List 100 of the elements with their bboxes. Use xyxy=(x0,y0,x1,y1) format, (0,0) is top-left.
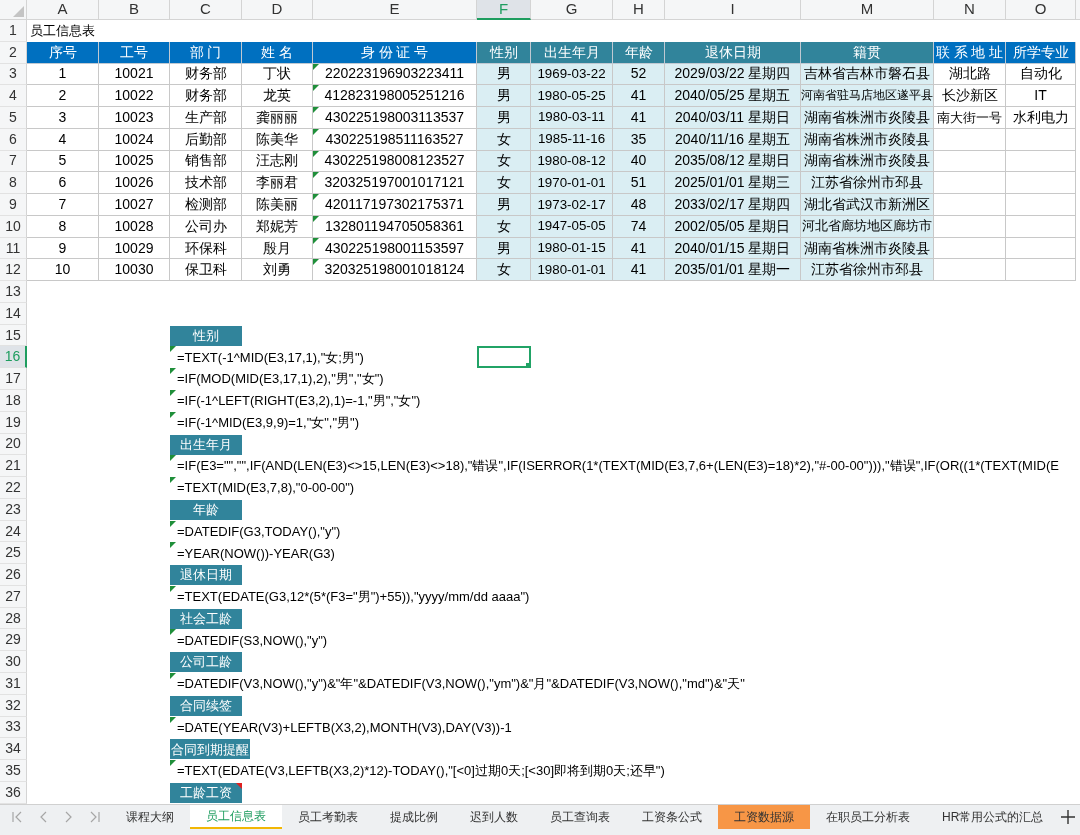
row-number[interactable]: 23 xyxy=(0,498,27,521)
row-number[interactable]: 24 xyxy=(0,520,27,543)
table-cell: 女 xyxy=(477,150,531,173)
table-cell: 江苏省徐州市邳县 xyxy=(801,259,934,282)
row-number[interactable]: 2 xyxy=(0,41,27,64)
row-number[interactable]: 28 xyxy=(0,607,27,630)
sheet-tab[interactable]: 迟到人数 xyxy=(454,805,534,829)
row-number[interactable]: 11 xyxy=(0,237,27,260)
table-cell: 1 xyxy=(27,63,99,86)
row-number[interactable]: 15 xyxy=(0,324,27,347)
header-cell: 身 份 证 号 xyxy=(313,41,477,64)
column-header[interactable]: G xyxy=(531,0,613,20)
row-number[interactable]: 30 xyxy=(0,651,27,673)
column-header[interactable]: M xyxy=(801,0,934,20)
row-number[interactable]: 19 xyxy=(0,411,27,434)
row-number[interactable]: 14 xyxy=(0,302,27,325)
table-cell: 430225198003113537 xyxy=(313,107,477,129)
sheet-tab[interactable]: 工资数据源 xyxy=(718,805,810,829)
section-heading: 公司工龄 xyxy=(170,652,242,673)
row-number[interactable]: 12 xyxy=(0,259,27,282)
row-number[interactable]: 17 xyxy=(0,368,27,390)
section-heading: 合同到期提醒 xyxy=(170,739,250,760)
row-number[interactable]: 31 xyxy=(0,672,27,695)
table-cell: 2 xyxy=(27,85,99,108)
table-cell: 2040/11/16 星期五 xyxy=(665,128,801,151)
row-number[interactable]: 27 xyxy=(0,585,27,608)
sheet-tab[interactable]: 在职员工分析表 xyxy=(810,805,926,829)
sheet-tab[interactable]: 员工查询表 xyxy=(534,805,626,829)
table-cell: 2025/01/01 星期三 xyxy=(665,172,801,195)
table-cell: 女 xyxy=(477,128,531,151)
table-cell: 52 xyxy=(613,63,665,86)
column-header[interactable]: C xyxy=(170,0,242,20)
section-heading: 出生年月 xyxy=(170,434,242,455)
row-number[interactable]: 7 xyxy=(0,150,27,173)
formula-text: =IF(E3="","",IF(AND(LEN(E3)<>15,LEN(E3)<>18),"错误",IF(ISERROR(1*(TEXT(MID(E3,7,6+(LEN(E3)=18)*2),"#-00-00"))),"错误",IF(OR((1*(TEXT(MID(E xyxy=(177,457,1059,476)
row-number[interactable]: 18 xyxy=(0,390,27,412)
sheet-tab[interactable]: 提成比例 xyxy=(374,805,454,829)
formula-text: =TEXT(-1^MID(E3,17,1),"女;男") xyxy=(177,348,364,367)
table-cell: 2040/03/11 星期日 xyxy=(665,107,801,129)
row-number[interactable]: 29 xyxy=(0,629,27,652)
row-number[interactable]: 26 xyxy=(0,564,27,586)
row-number[interactable]: 10 xyxy=(0,215,27,238)
table-cell: 检测部 xyxy=(170,194,242,216)
row-number[interactable]: 6 xyxy=(0,128,27,151)
row-number[interactable]: 8 xyxy=(0,172,27,195)
row-number[interactable]: 5 xyxy=(0,107,27,129)
formula-text: =YEAR(NOW())-YEAR(G3) xyxy=(177,544,335,563)
table-cell: 李丽君 xyxy=(242,172,313,195)
formula-text: =DATEDIF(V3,NOW(),"y")&"年"&DATEDIF(V3,NOW(),"ym")&"月"&DATEDIF(V3,NOW(),"md")&"天" xyxy=(177,675,745,694)
table-cell: 1980-03-11 xyxy=(531,107,613,129)
row-number[interactable]: 32 xyxy=(0,694,27,717)
row-number[interactable]: 36 xyxy=(0,781,27,804)
sheet-tab[interactable]: HR常用公式的汇总 xyxy=(926,805,1060,829)
table-cell: 女 xyxy=(477,259,531,282)
sheet-tab[interactable]: 工资条公式 xyxy=(626,805,718,829)
table-cell: 2035/01/01 星期一 xyxy=(665,259,801,282)
row-number[interactable]: 34 xyxy=(0,738,27,761)
row-number[interactable]: 9 xyxy=(0,194,27,216)
table-cell: 龙英 xyxy=(242,85,313,108)
sheet-tab[interactable]: 课程大纲 xyxy=(110,805,190,829)
column-header[interactable]: N xyxy=(934,0,1006,20)
column-header[interactable]: H xyxy=(613,0,665,20)
table-cell: 湖南省株洲市炎陵县 xyxy=(801,150,934,173)
column-header[interactable]: B xyxy=(99,0,170,20)
column-header[interactable]: I xyxy=(665,0,801,20)
table-cell: 48 xyxy=(613,194,665,216)
table-cell: 男 xyxy=(477,107,531,129)
table-cell: 丁状 xyxy=(242,63,313,86)
row-number[interactable]: 13 xyxy=(0,281,27,303)
table-cell: 男 xyxy=(477,194,531,216)
row-number[interactable]: 35 xyxy=(0,760,27,782)
column-header[interactable]: O xyxy=(1006,0,1076,20)
table-cell: 320325198001018124 xyxy=(313,259,477,282)
column-header[interactable]: A xyxy=(27,0,99,20)
row-number[interactable]: 20 xyxy=(0,433,27,456)
sheet-tab[interactable]: 员工考勤表 xyxy=(282,805,374,829)
section-heading: 工龄工资 xyxy=(170,782,242,803)
table-cell: 生产部 xyxy=(170,107,242,129)
table-cell: 320325197001017121 xyxy=(313,172,477,195)
row-number[interactable]: 22 xyxy=(0,477,27,499)
table-cell: 35 xyxy=(613,128,665,151)
header-cell: 性别 xyxy=(477,41,531,64)
section-heading: 性别 xyxy=(170,325,242,346)
row-number[interactable]: 4 xyxy=(0,85,27,108)
table-cell: 财务部 xyxy=(170,63,242,86)
column-header[interactable]: D xyxy=(242,0,313,20)
table-cell: 40 xyxy=(613,150,665,173)
row-number[interactable]: 21 xyxy=(0,455,27,478)
column-header[interactable]: E xyxy=(313,0,477,20)
table-cell: 10027 xyxy=(99,194,170,216)
row-number[interactable]: 3 xyxy=(0,63,27,86)
row-number[interactable]: 1 xyxy=(0,20,27,42)
table-cell: 430225198511163527 xyxy=(313,128,477,151)
sheet-tab[interactable]: 员工信息表 xyxy=(190,805,282,829)
select-all-icon[interactable] xyxy=(13,6,24,17)
table-cell: 41 xyxy=(613,259,665,282)
row-number[interactable]: 33 xyxy=(0,716,27,739)
row-number[interactable]: 25 xyxy=(0,542,27,565)
header-cell: 出生年月 xyxy=(531,41,613,64)
table-cell: 1970-01-01 xyxy=(531,172,613,195)
